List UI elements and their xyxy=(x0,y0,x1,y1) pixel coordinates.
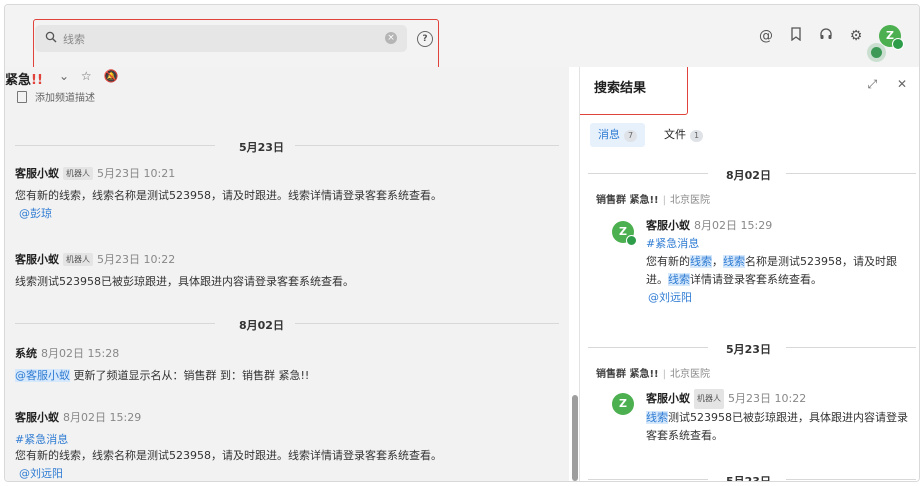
message-body: 线索测试523958已被彭琼跟进，具体跟进内容请登录客套系统查看。 xyxy=(15,275,354,288)
message-sender[interactable]: 客服小蚁 xyxy=(15,411,59,424)
channel-title[interactable]: 紧急!! xyxy=(5,69,43,88)
keyword-highlight: 线索 xyxy=(668,273,690,286)
message-sender: 系统 xyxy=(15,347,37,360)
mention-link[interactable]: @客服小蚁 xyxy=(15,369,70,382)
message-body: 线索测试523958已被彭琼跟进，具体跟进内容请登录客套系统查看。 xyxy=(646,411,908,442)
result-channel[interactable]: 销售群 紧急!! | 北京医院 xyxy=(596,191,710,206)
message-sender[interactable]: 客服小蚁 xyxy=(15,167,59,180)
tag-link[interactable]: #紧急消息 xyxy=(15,431,442,447)
message-time: 5月23日 10:21 xyxy=(97,167,176,180)
at-icon[interactable]: @ xyxy=(757,27,775,45)
channel-title-actions: ⌄ ☆ 🔕 xyxy=(59,69,118,83)
scrollbar[interactable] xyxy=(572,395,578,481)
message: 客服小蚁 8月02日 15:29 #紧急消息 您有新的线索，线索名称是测试5239… xyxy=(15,409,442,481)
chevron-down-icon[interactable]: ⌄ xyxy=(59,69,69,83)
message-sender: 客服小蚁 xyxy=(646,219,690,232)
clear-icon[interactable]: × xyxy=(385,32,397,44)
date-divider: 5月23日 xyxy=(580,473,919,481)
date-divider: 8月02日 xyxy=(5,317,569,332)
star-icon[interactable]: ☆ xyxy=(81,69,92,83)
bot-badge: 机器人 xyxy=(63,167,93,180)
tab-files[interactable]: 文件 1 xyxy=(656,123,711,147)
search-result-item[interactable]: 客服小蚁 8月02日 15:29 #紧急消息 您有新的线索，线索名称是测试5239… xyxy=(646,217,908,307)
help-icon[interactable]: ? xyxy=(417,31,433,47)
sender-avatar[interactable]: Z xyxy=(612,393,634,415)
message-time: 8月02日 15:29 xyxy=(694,219,773,232)
message-body: 您有新的线索，线索名称是测试523958，请及时跟进。线索详情请登录客套系统查看… xyxy=(646,255,897,286)
search-icon xyxy=(45,31,57,43)
message-sender[interactable]: 客服小蚁 xyxy=(15,253,59,266)
app-window: 线索 × ? @ ⚙ Z 紧急!! ⌄ ☆ 🔕 添加频道描述 5月23日 客服小… xyxy=(4,4,920,482)
sender-avatar[interactable]: Z xyxy=(612,221,637,246)
headset-icon[interactable] xyxy=(817,27,835,45)
result-channel[interactable]: 销售群 紧急!! | 北京医院 xyxy=(596,365,710,380)
search-results-title: 搜索结果 xyxy=(594,81,647,96)
message-time: 8月02日 15:28 xyxy=(41,347,120,360)
tab-messages[interactable]: 消息 7 xyxy=(590,123,646,147)
tag-link[interactable]: #紧急消息 xyxy=(646,235,908,253)
status-dot-icon xyxy=(871,47,882,58)
mention-link[interactable]: @刘远阳 xyxy=(15,465,442,481)
keyword-highlight: 线索 xyxy=(646,411,668,424)
online-status-icon xyxy=(626,235,637,246)
date-divider: 5月23日 xyxy=(5,139,569,154)
message-body: 您有新的线索，线索名称是测试523958，请及时跟进。线索详情请登录客套系统查看… xyxy=(15,449,442,462)
keyword-highlight: 线索 xyxy=(723,255,745,268)
top-bar: 线索 × ? @ ⚙ Z xyxy=(5,5,919,75)
message: 系统 8月02日 15:28 @客服小蚁 更新了频道显示名从：销售群 到：销售群 … xyxy=(15,345,309,385)
channel-title-mark: !! xyxy=(31,73,43,88)
settings-icon[interactable]: ⚙ xyxy=(847,27,865,45)
message-time: 5月23日 10:22 xyxy=(97,253,176,266)
add-channel-description[interactable]: 添加频道描述 xyxy=(17,89,95,104)
keyword-highlight: 线索 xyxy=(690,255,712,268)
channel-name: 紧急 xyxy=(5,73,32,88)
message-time: 8月02日 15:29 xyxy=(63,411,142,424)
close-icon[interactable]: ✕ xyxy=(897,77,907,91)
date-divider: 5月23日 xyxy=(580,341,919,356)
message-sender: 客服小蚁 xyxy=(646,392,690,405)
panel-tools: ⤢ ✕ xyxy=(852,77,908,92)
message: 客服小蚁 机器人 5月23日 10:21 您有新的线索，线索名称是测试523958，… xyxy=(15,165,442,221)
mention-link[interactable]: @彭琼 xyxy=(15,205,442,221)
message: 客服小蚁 机器人 5月23日 10:22 线索测试523958已被彭琼跟进，具体跟进… xyxy=(15,251,354,291)
search-input[interactable]: 线索 × xyxy=(35,25,407,52)
bookmark-icon[interactable] xyxy=(787,27,805,45)
message-body: @客服小蚁 更新了频道显示名从：销售群 到：销售群 紧急!! xyxy=(15,369,310,382)
search-results-panel: 搜索结果 ⤢ ✕ 消息 7 文件 1 8月02日 销售群 紧急!! | 北京医院 Z 客… xyxy=(580,67,919,481)
online-status-icon xyxy=(892,38,904,50)
mute-bell-icon[interactable]: 🔕 xyxy=(103,69,118,83)
mention-link[interactable]: @刘远阳 xyxy=(646,289,908,307)
user-avatar[interactable]: Z xyxy=(879,25,904,50)
date-divider: 8月02日 xyxy=(580,167,919,182)
message-body: 您有新的线索，线索名称是测试523958，请及时跟进。线索详情请登录客套系统查看… xyxy=(15,189,442,202)
message-time: 5月23日 10:22 xyxy=(728,392,807,405)
search-result-item[interactable]: 客服小蚁 机器人 5月23日 10:22 线索测试523958已被彭琼跟进，具体跟进… xyxy=(646,389,908,445)
bot-badge: 机器人 xyxy=(694,389,724,409)
expand-icon[interactable]: ⤢ xyxy=(868,77,878,91)
channel-panel: 紧急!! ⌄ ☆ 🔕 添加频道描述 5月23日 客服小蚁 机器人 5月23日 10:… xyxy=(5,67,569,481)
document-icon xyxy=(17,91,27,103)
bot-badge: 机器人 xyxy=(63,253,93,266)
search-query: 线索 xyxy=(63,33,85,46)
